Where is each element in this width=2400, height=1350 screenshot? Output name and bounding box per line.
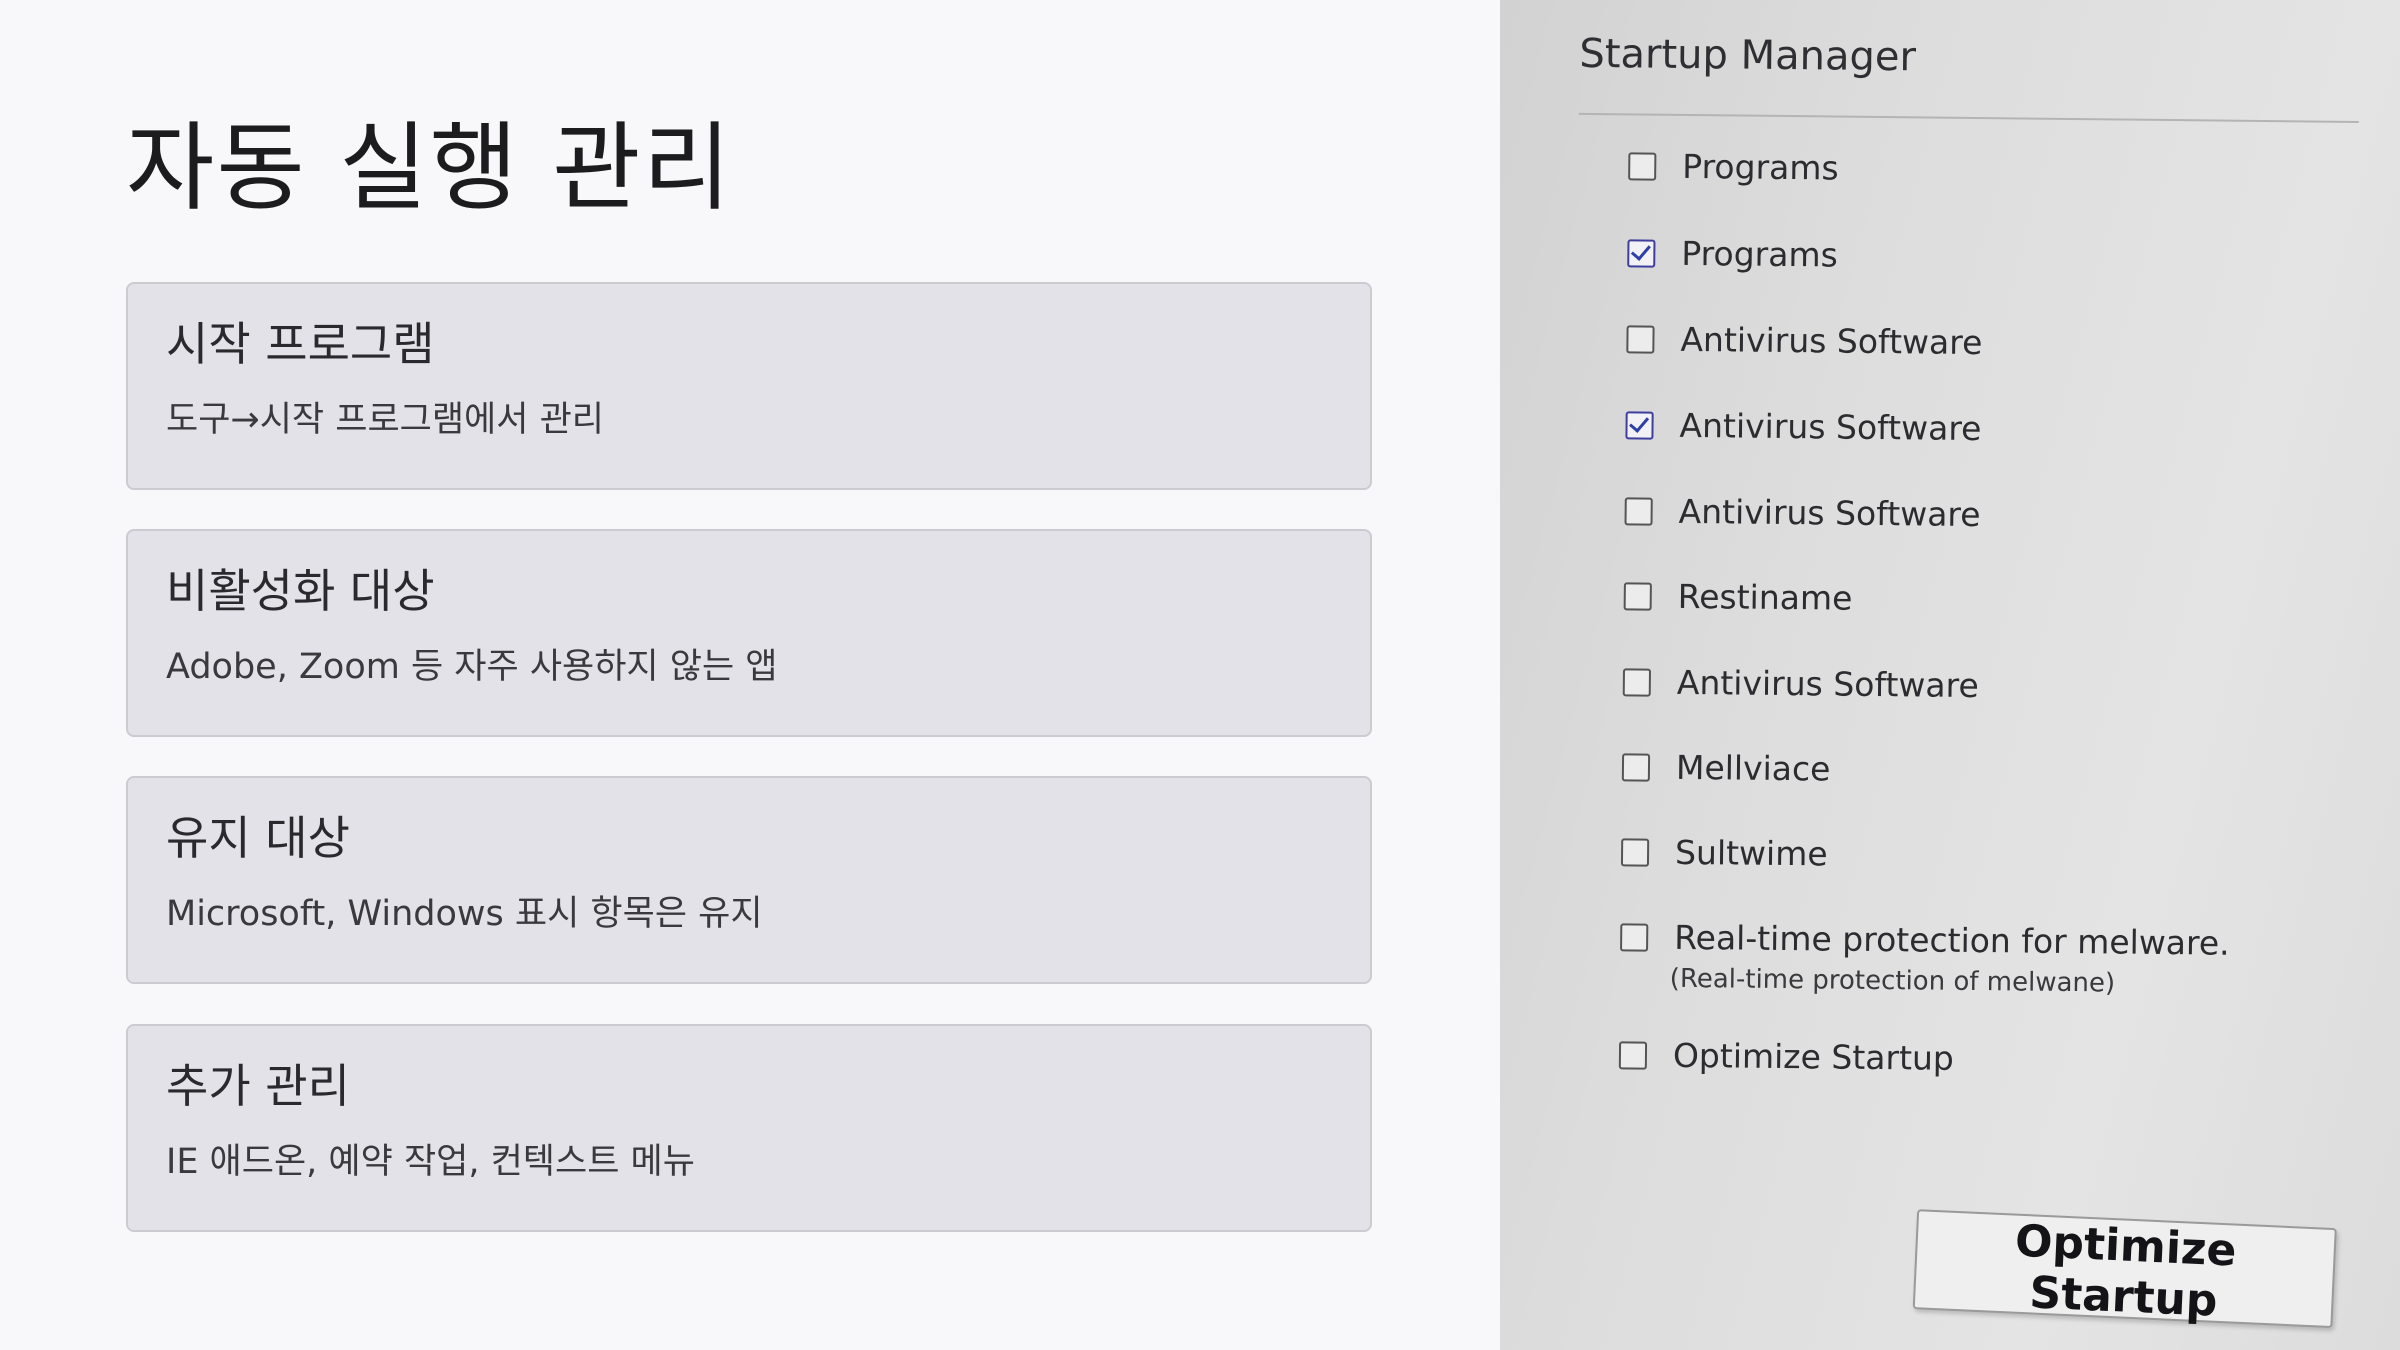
startup-manager-photo: Startup Manager Programs Programs Antivi… bbox=[1500, 0, 2400, 1350]
card-title: 시작 프로그램 bbox=[166, 317, 435, 371]
startup-item[interactable]: Programs bbox=[1628, 136, 1839, 198]
slide-title: 자동 실행 관리 bbox=[126, 112, 733, 224]
checkbox[interactable] bbox=[1626, 325, 1655, 354]
card-description: 도구→시작 프로그램에서 관리 bbox=[166, 400, 604, 440]
startup-item-label: Optimize Startup bbox=[1672, 1035, 1955, 1078]
startup-manager-window: Startup Manager Programs Programs Antivi… bbox=[1500, 0, 2400, 1350]
checkbox[interactable] bbox=[1624, 497, 1653, 526]
title-divider bbox=[1578, 112, 2359, 123]
card-title: 비활성화 대상 bbox=[166, 564, 435, 618]
startup-item[interactable]: Sultwime bbox=[1620, 822, 1828, 884]
startup-item-sublabel: (Real-time protection of melwane) bbox=[1669, 963, 2116, 999]
startup-item-label: Antivirus Software bbox=[1676, 662, 1979, 706]
checkbox-checked[interactable] bbox=[1625, 411, 1654, 440]
checkbox[interactable] bbox=[1623, 582, 1652, 611]
startup-item[interactable]: Programs bbox=[1627, 223, 1838, 285]
checkbox[interactable] bbox=[1628, 152, 1657, 181]
startup-item[interactable]: Mellviace bbox=[1621, 737, 1831, 799]
startup-item-label: Antivirus Software bbox=[1679, 405, 1982, 449]
checkbox[interactable] bbox=[1621, 753, 1651, 782]
info-card-keep-targets: 유지 대상 Microsoft, Windows 표시 항목은 유지 bbox=[126, 776, 1372, 984]
startup-item[interactable]: Restiname bbox=[1623, 566, 1853, 628]
slide-panel: 자동 실행 관리 시작 프로그램 도구→시작 프로그램에서 관리 비활성화 대상… bbox=[0, 0, 1500, 1350]
card-title: 추가 관리 bbox=[166, 1059, 350, 1113]
card-title: 유지 대상 bbox=[166, 811, 350, 865]
startup-item[interactable]: Antivirus Software bbox=[1626, 309, 1983, 373]
startup-item-label: Sultwime bbox=[1674, 832, 1828, 874]
startup-item-label: Mellviace bbox=[1675, 747, 1831, 789]
card-description: Microsoft, Windows 표시 항목은 유지 bbox=[166, 894, 763, 934]
startup-item-label: Antivirus Software bbox=[1678, 491, 1981, 535]
checkbox[interactable] bbox=[1620, 923, 1649, 952]
startup-item[interactable]: Antivirus Software bbox=[1625, 395, 1982, 459]
startup-item[interactable]: Antivirus Software bbox=[1624, 481, 1981, 545]
startup-item-label: Programs bbox=[1682, 146, 1839, 188]
info-card-startup-programs: 시작 프로그램 도구→시작 프로그램에서 관리 bbox=[126, 282, 1372, 490]
checkbox[interactable] bbox=[1618, 1041, 1648, 1070]
info-card-additional: 추가 관리 IE 애드온, 예약 작업, 컨텍스트 메뉴 bbox=[126, 1024, 1372, 1232]
card-description: Adobe, Zoom 등 자주 사용하지 않는 앱 bbox=[166, 647, 778, 687]
info-card-disable-targets: 비활성화 대상 Adobe, Zoom 등 자주 사용하지 않는 앱 bbox=[126, 529, 1372, 737]
startup-item-label: Real-time protection for melware. bbox=[1673, 917, 2230, 963]
startup-item-label: Antivirus Software bbox=[1680, 319, 1983, 363]
startup-item[interactable]: Antivirus Software bbox=[1622, 652, 1980, 716]
card-description: IE 애드온, 예약 작업, 컨텍스트 메뉴 bbox=[166, 1142, 695, 1182]
checkbox[interactable] bbox=[1622, 668, 1652, 697]
checkbox-checked[interactable] bbox=[1627, 239, 1656, 268]
checkbox[interactable] bbox=[1620, 838, 1650, 867]
startup-item-label: Restiname bbox=[1677, 576, 1853, 618]
optimize-startup-button[interactable]: Optimize Startup bbox=[1912, 1209, 2337, 1329]
startup-item[interactable]: Optimize Startup bbox=[1618, 1025, 1955, 1089]
window-title: Startup Manager bbox=[1579, 30, 1917, 81]
startup-item-label: Programs bbox=[1681, 233, 1838, 275]
